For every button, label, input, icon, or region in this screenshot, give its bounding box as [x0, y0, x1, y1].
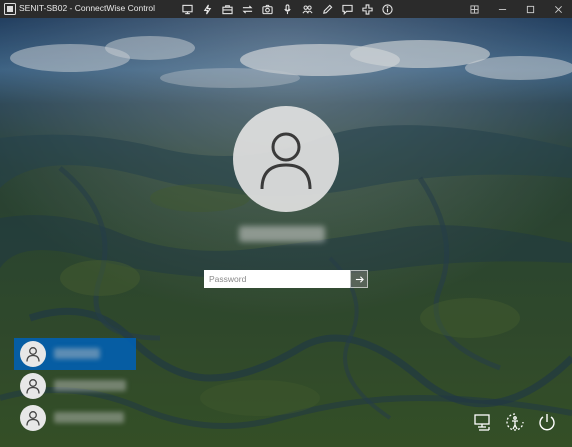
redacted-username — [54, 348, 100, 359]
maximize-icon[interactable] — [516, 0, 544, 18]
power-icon[interactable] — [536, 411, 558, 433]
user-silhouette-icon — [26, 411, 40, 426]
info-icon[interactable] — [377, 2, 397, 16]
user-list-item[interactable] — [14, 370, 136, 402]
title-bar: SENIT-SB02 - ConnectWise Control — [0, 0, 572, 18]
minimize-icon[interactable] — [488, 0, 516, 18]
window-title: SENIT-SB02 - ConnectWise Control — [19, 3, 156, 13]
plus-icon[interactable] — [357, 2, 377, 16]
microphone-icon[interactable] — [277, 2, 297, 16]
camera-icon[interactable] — [257, 2, 277, 16]
user-silhouette-icon — [26, 347, 40, 362]
chat-icon[interactable] — [337, 2, 357, 16]
close-icon[interactable] — [544, 0, 572, 18]
ease-of-access-icon[interactable] — [504, 411, 526, 433]
redacted-username — [54, 412, 124, 423]
redacted-username — [54, 380, 126, 391]
password-input[interactable] — [204, 270, 350, 288]
connectwise-logo-icon — [4, 3, 16, 15]
group-icon[interactable] — [297, 2, 317, 16]
user-avatar — [233, 106, 339, 212]
toolbar — [177, 2, 397, 16]
user-list-item[interactable] — [14, 402, 136, 434]
user-avatar-small — [20, 405, 46, 431]
remote-screen[interactable] — [0, 18, 572, 447]
pencil-icon[interactable] — [317, 2, 337, 16]
user-silhouette-icon — [260, 132, 312, 190]
monitor-icon[interactable] — [177, 2, 197, 16]
user-avatar-small — [20, 373, 46, 399]
user-silhouette-icon — [26, 379, 40, 394]
briefcase-icon[interactable] — [217, 2, 237, 16]
fullscreen-icon[interactable] — [460, 0, 488, 18]
swap-arrows-icon[interactable] — [237, 2, 257, 16]
system-icons — [472, 411, 558, 433]
user-list — [14, 338, 136, 434]
password-field-group — [204, 270, 368, 288]
user-avatar-small — [20, 341, 46, 367]
arrow-right-icon — [355, 275, 364, 283]
user-list-item[interactable] — [14, 338, 136, 370]
window-controls — [460, 0, 572, 18]
submit-arrow-button[interactable] — [350, 270, 368, 288]
network-icon[interactable] — [472, 411, 494, 433]
lightning-icon[interactable] — [197, 2, 217, 16]
redacted-username — [239, 226, 325, 242]
